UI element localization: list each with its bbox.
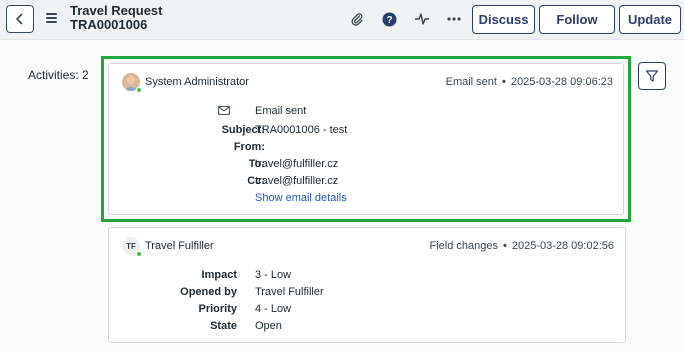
field-label-subject: Subject: (221, 124, 265, 136)
entry-author: System Administrator (145, 76, 249, 88)
field-label-opened-by: Opened by (180, 286, 237, 298)
filter-button[interactable] (638, 62, 666, 90)
presence-indicator (136, 87, 142, 93)
field-value-state: Open (255, 320, 282, 332)
presence-indicator (136, 251, 142, 257)
activity-entry-email: System Administrator Email sent • 2025-03-… (108, 63, 624, 215)
field-label-state: State (210, 320, 237, 332)
entry-type: Field changes (429, 240, 498, 252)
more-icon[interactable] (445, 10, 463, 28)
field-value-impact: 3 - Low (255, 269, 292, 281)
field-value-subject: TRA0001006 - test (255, 124, 348, 136)
page-title: Travel Request TRA0001006 (70, 4, 163, 32)
separator-dot: • (501, 76, 506, 88)
separator-dot: • (502, 240, 507, 252)
field-label-from: From: (233, 141, 265, 153)
field-label-to: To: (248, 158, 265, 170)
field-value-to: travel@fulfiller.cz (255, 158, 339, 170)
svg-text:?: ? (386, 15, 392, 26)
update-button[interactable]: Update (619, 5, 681, 34)
activities-count: Activities: 2 (28, 68, 89, 82)
field-label-impact: Impact (201, 269, 237, 281)
follow-button[interactable]: Follow (539, 5, 615, 34)
record-table-title: Travel Request (70, 3, 163, 18)
field-label-cc: Cc: (247, 175, 265, 187)
menu-icon[interactable] (46, 13, 57, 23)
show-email-details-link[interactable]: Show email details (255, 192, 347, 204)
field-value-opened-by: Travel Fulfiller (255, 286, 324, 298)
activity-icon[interactable] (413, 10, 431, 28)
envelope-icon (218, 106, 230, 115)
record-number: TRA0001006 (70, 17, 148, 32)
discuss-button[interactable]: Discuss (472, 5, 535, 34)
field-value-priority: 4 - Low (255, 303, 292, 315)
paperclip-icon[interactable] (348, 10, 366, 28)
entry-timestamp: 2025-03-28 09:02:56 (511, 240, 614, 252)
entry-timestamp: 2025-03-28 09:06:23 (510, 76, 613, 88)
field-label-priority: Priority (198, 303, 237, 315)
activity-entry-field-changes: TF Travel Fulfiller Field changes • 2025-0… (108, 227, 626, 343)
form-header: Travel Request TRA0001006 ? Discuss Foll… (0, 0, 684, 40)
back-chevron-icon (15, 13, 23, 25)
back-button[interactable] (6, 5, 34, 33)
help-icon[interactable]: ? (380, 10, 398, 28)
entry-meta: Field changes • 2025-03-28 09:02:56 (429, 240, 614, 252)
entry-author: Travel Fulfiller (145, 240, 214, 252)
field-value-cc: travel@fulfiller.cz (255, 175, 339, 187)
email-heading: Email sent (255, 105, 307, 117)
entry-meta: Email sent • 2025-03-28 09:06:23 (446, 76, 613, 88)
filter-icon (645, 70, 659, 82)
entry-type: Email sent (445, 76, 497, 88)
